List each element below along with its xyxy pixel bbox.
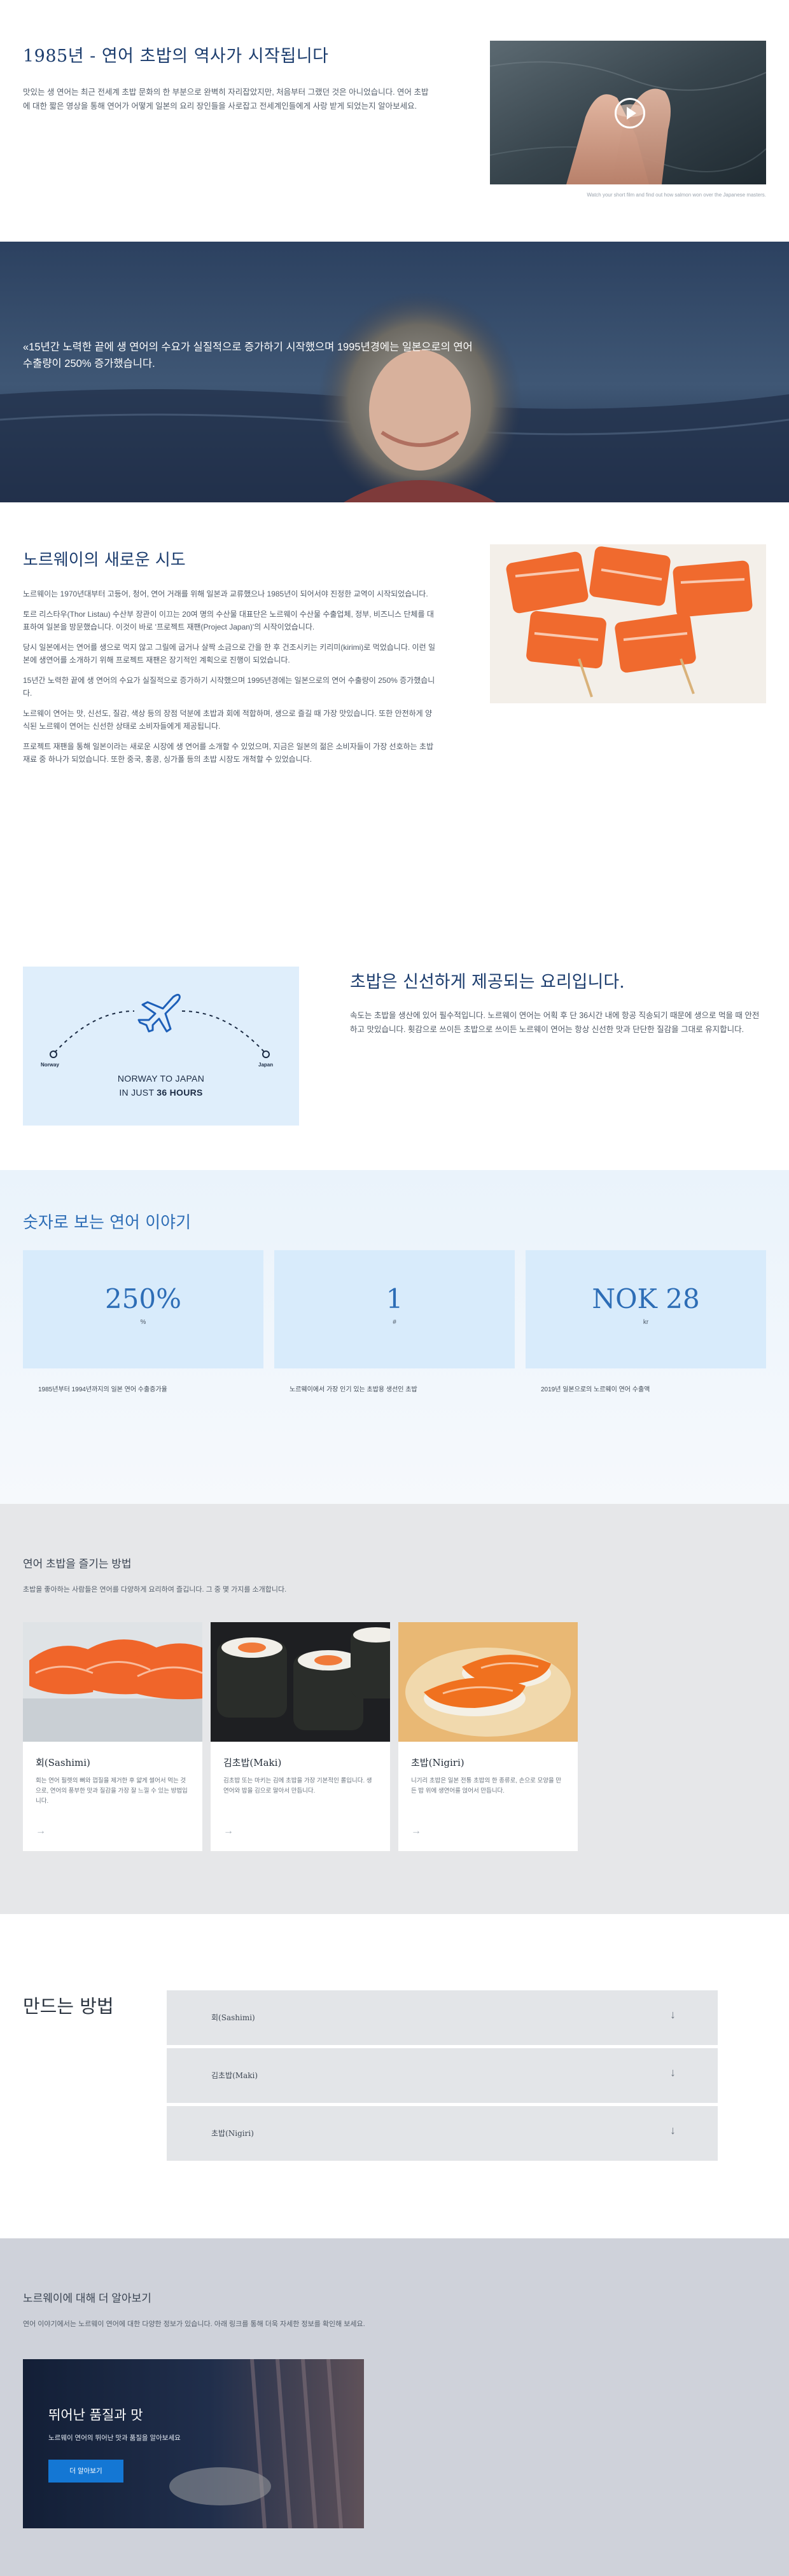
attempt-section: 노르웨이의 새로운 시도 노르웨이는 1970년대부터 고등어, 청어, 연어 … [0, 502, 789, 909]
way-title: 김초밥(Maki) [223, 1757, 282, 1768]
history-title: 1985년 - 연어 초밥의 역사가 시작됩니다 [23, 46, 329, 66]
play-icon[interactable] [615, 98, 645, 128]
stat-unit: # [393, 1319, 396, 1326]
banner-quote: «15년간 노력한 끝에 생 연어의 수요가 실질적으로 증가하기 시작했으며 … [23, 341, 473, 369]
arrow-down-icon[interactable]: ↓ [670, 2066, 676, 2079]
arrow-down-icon[interactable]: ↓ [670, 2124, 676, 2137]
more-title: 노르웨이에 대해 더 알아보기 [23, 2292, 151, 2304]
ways-title: 연어 초밥을 즐기는 방법 [23, 1558, 132, 1570]
route-from: Norway [41, 1062, 59, 1068]
way-description: 회는 연어 필렛의 뼈와 껍질을 제거한 후 얇게 썰어서 먹는 것으로, 연어… [36, 1777, 188, 1805]
arrow-down-icon[interactable]: ↓ [670, 2008, 676, 2022]
attempt-body: 노르웨이는 1970년대부터 고등어, 청어, 연어 거래를 위해 일본과 교류… [23, 588, 436, 773]
more-section: 노르웨이에 대해 더 알아보기 연어 이야기에서는 노르웨이 연어에 대한 다양… [0, 2238, 789, 2576]
ways-section: 연어 초밥을 즐기는 방법 초밥을 좋아하는 사람들은 연어를 다양하게 요리하… [0, 1504, 789, 1914]
banner-image [0, 242, 789, 502]
stat-unit: kr [643, 1319, 649, 1326]
arrow-right-icon[interactable]: → [36, 1826, 46, 1837]
ways-subtitle: 초밥을 좋아하는 사람들은 연어를 다양하게 요리하여 즐깁니다. 그 중 몇 … [23, 1586, 287, 1594]
promo-card[interactable]: 뛰어난 품질과 맛 노르웨이 연어의 뛰어난 맛과 품질을 알아보세요 더 알아… [23, 2359, 364, 2528]
route-to: Japan [258, 1062, 274, 1068]
stat-description: 노르웨이에서 가장 인기 있는 초밥용 생선인 초밥 [290, 1386, 417, 1393]
attempt-paragraph: 노르웨이 연어는 맛, 신선도, 질감, 색상 등의 장점 덕분에 초밥과 회에… [23, 709, 433, 731]
stat-card: NOK 28 kr [526, 1250, 766, 1368]
accordion-label: 회(Sashimi) [211, 2013, 255, 2022]
history-video[interactable] [490, 41, 766, 184]
history-body: 맛있는 생 연어는 최근 전세계 초밥 문화의 한 부분으로 완벽히 자리잡았지… [23, 88, 429, 111]
promo-title: 뛰어난 품질과 맛 [48, 2407, 143, 2423]
stat-value: NOK 28 [592, 1283, 700, 1314]
learn-more-button[interactable]: 더 알아보기 [48, 2460, 123, 2483]
accordion-item-sashimi[interactable]: 회(Sashimi) ↓ [167, 1990, 718, 2045]
accordion-item-nigiri[interactable]: 초밥(Nigiri) ↓ [167, 2106, 718, 2161]
maki-image [211, 1622, 390, 1742]
nigiri-image [398, 1622, 578, 1742]
fresh-title: 초밥은 신선하게 제공되는 요리입니다. [350, 972, 625, 992]
stats-title: 숫자로 보는 연어 이야기 [23, 1213, 191, 1232]
arrow-right-icon[interactable]: → [411, 1826, 421, 1837]
attempt-paragraph: 토르 리스타우(Thor Listau) 수산부 장관이 이끄는 20여 명의 … [23, 610, 434, 631]
stat-description: 1985년부터 1994년까지의 일본 연어 수출증가율 [38, 1386, 167, 1393]
route-line-1: NORWAY TO JAPAN [117, 1073, 205, 1084]
fresh-body: 속도는 초밥을 생산에 있어 필수적입니다. 노르웨이 연어는 어획 후 단 3… [350, 1011, 760, 1034]
route-line-2-prefix: IN JUST [119, 1087, 157, 1098]
promo-image [23, 2359, 364, 2528]
salmon-skewer-image [490, 544, 766, 703]
airplane-icon [137, 993, 181, 1033]
accordion-item-maki[interactable]: 김초밥(Maki) ↓ [167, 2048, 718, 2103]
stat-value: 250% [104, 1283, 182, 1314]
attempt-paragraph: 프로젝트 재팬을 통해 일본이라는 새로운 시장에 생 연어를 소개할 수 있었… [23, 742, 434, 764]
way-description: 니기리 초밥은 일본 전통 초밥의 한 종류로, 손으로 모양을 만든 밥 위에… [411, 1777, 562, 1794]
attempt-title: 노르웨이의 새로운 시도 [23, 551, 186, 570]
history-section: 1985년 - 연어 초밥의 역사가 시작됩니다 맛있는 생 연어는 최근 전세… [0, 0, 789, 242]
way-description: 김초밥 또는 마키는 김에 초밥을 가장 기본적인 롤입니다. 생연어와 밥을 … [223, 1777, 372, 1794]
route-line-2: IN JUST 36 HOURS [23, 1087, 299, 1098]
accordion-label: 김초밥(Maki) [211, 2071, 258, 2080]
way-card-maki[interactable]: 김초밥(Maki) 김초밥 또는 마키는 김에 초밥을 가장 기본적인 롤입니다… [211, 1622, 390, 1851]
route-card: Norway Japan NORWAY TO JAPAN IN JUST 36 … [23, 967, 299, 1126]
make-title: 만드는 방법 [23, 1995, 114, 2017]
arrow-right-icon[interactable]: → [223, 1826, 234, 1837]
way-title: 초밥(Nigiri) [411, 1757, 464, 1768]
attempt-paragraph: 당시 일본에서는 연어를 생으로 먹지 않고 그릴에 굽거나 살짝 소금으로 간… [23, 643, 435, 665]
stat-card: 1 # [274, 1250, 515, 1368]
stat-value: 1 [386, 1283, 403, 1314]
attempt-paragraph: 노르웨이는 1970년대부터 고등어, 청어, 연어 거래를 위해 일본과 교류… [23, 589, 428, 598]
way-card-sashimi[interactable]: 회(Sashimi) 회는 연어 필렛의 뼈와 껍질을 제거한 후 얇게 썰어서… [23, 1622, 202, 1851]
fresh-section: Norway Japan NORWAY TO JAPAN IN JUST 36 … [0, 909, 789, 1170]
quote-banner: «15년간 노력한 끝에 생 연어의 수요가 실질적으로 증가하기 시작했으며 … [0, 242, 789, 502]
promo-description: 노르웨이 연어의 뛰어난 맛과 품질을 알아보세요 [48, 2434, 181, 2442]
attempt-paragraph: 15년간 노력한 끝에 생 연어의 수요가 실질적으로 증가하기 시작했으며 1… [23, 676, 435, 698]
way-card-nigiri[interactable]: 초밥(Nigiri) 니기리 초밥은 일본 전통 초밥의 한 종류로, 손으로 … [398, 1622, 578, 1851]
more-subtitle: 연어 이야기에서는 노르웨이 연어에 대한 다양한 정보가 있습니다. 아래 링… [23, 2320, 365, 2328]
video-caption: Watch your short film and find out how s… [587, 192, 766, 198]
sashimi-image [23, 1622, 202, 1742]
stat-description: 2019년 일본으로의 노르웨이 연어 수출액 [541, 1386, 650, 1393]
stat-unit: % [140, 1319, 146, 1326]
route-line-2-bold: 36 HOURS [157, 1087, 203, 1098]
way-title: 회(Sashimi) [36, 1757, 90, 1768]
accordion-label: 초밥(Nigiri) [211, 2129, 254, 2138]
stats-section: 숫자로 보는 연어 이야기 250% % 1 # NOK 28 kr 1985년… [0, 1170, 789, 1504]
stat-card: 250% % [23, 1250, 263, 1368]
make-section: 만드는 방법 회(Sashimi) ↓ 김초밥(Maki) ↓ 초밥(Nigir… [0, 1914, 789, 2238]
